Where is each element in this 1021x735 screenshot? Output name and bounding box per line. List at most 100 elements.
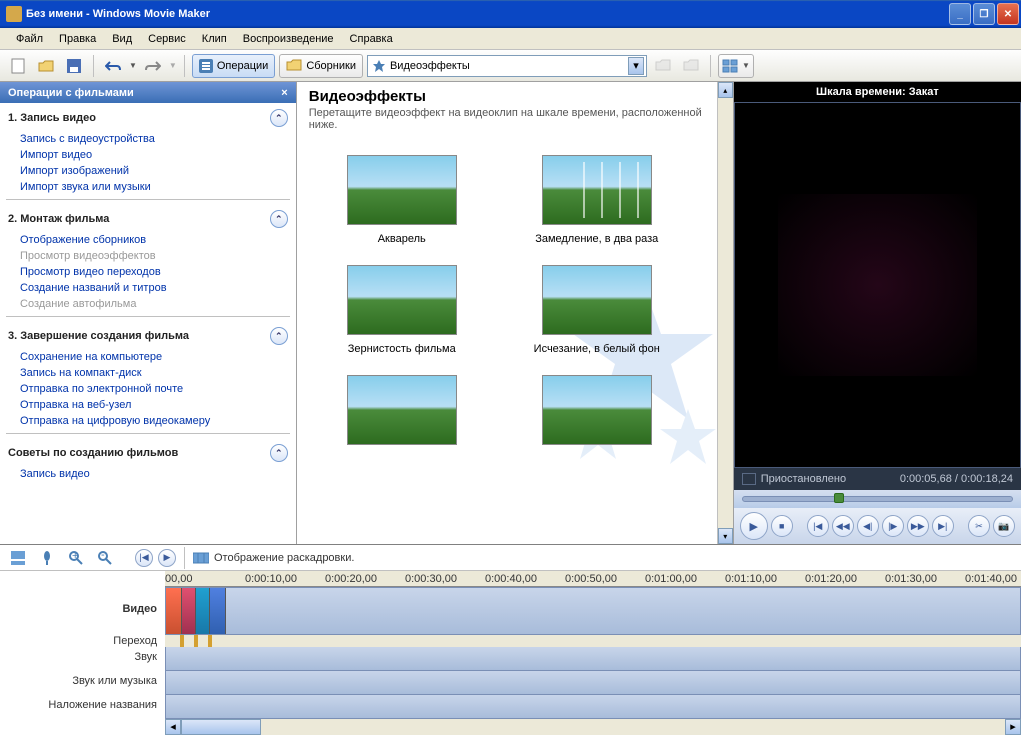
chevron-down-icon[interactable]: ▾: [628, 57, 644, 75]
chevron-up-icon[interactable]: ⌃: [270, 109, 288, 127]
open-button[interactable]: [34, 54, 58, 78]
view-button[interactable]: ▼: [718, 54, 754, 78]
menu-edit[interactable]: Правка: [51, 30, 104, 48]
task-link[interactable]: Отправка по электронной почте: [0, 381, 296, 397]
task-link[interactable]: Сохранение на компьютере: [0, 349, 296, 365]
effect-thumbnail: [542, 375, 652, 445]
maximize-button[interactable]: ❐: [973, 3, 995, 25]
task-section-header[interactable]: Советы по созданию фильмов⌃: [0, 438, 296, 466]
task-link[interactable]: Создание названий и титров: [0, 280, 296, 296]
forward-button[interactable]: ▶▶: [907, 515, 929, 537]
timeline-play-button[interactable]: ▶: [158, 549, 176, 567]
step-fwd-button[interactable]: |▶: [882, 515, 904, 537]
effect-label: Замедление, в два раза: [507, 233, 687, 245]
clip-2[interactable]: [182, 588, 196, 634]
view-icon: [722, 59, 738, 73]
zoom-out-button[interactable]: -: [93, 546, 117, 570]
task-link[interactable]: Отправка на цифровую видеокамеру: [0, 413, 296, 429]
track-video-label: Видео: [0, 587, 165, 635]
undo-dropdown[interactable]: ▼: [129, 61, 137, 70]
toolbar: ▼ ▼ Операции Сборники Видеоэффекты ▾ ▼: [0, 50, 1021, 82]
rewind-button[interactable]: ◀◀: [832, 515, 854, 537]
chevron-up-icon[interactable]: ⌃: [270, 210, 288, 228]
collections-button[interactable]: Сборники: [279, 54, 363, 78]
music-track[interactable]: [165, 671, 1021, 695]
stop-button[interactable]: ■: [771, 515, 793, 537]
ruler-tick: 0:00:30,00: [405, 573, 457, 585]
scroll-down-button[interactable]: ▾: [718, 528, 733, 544]
seek-handle[interactable]: [834, 493, 844, 503]
collections-label: Сборники: [306, 60, 356, 72]
up-button[interactable]: [651, 54, 675, 78]
video-track[interactable]: [165, 587, 1021, 635]
task-link[interactable]: Просмотр видео переходов: [0, 264, 296, 280]
play-button[interactable]: ▶: [740, 512, 768, 540]
close-button[interactable]: ✕: [997, 3, 1019, 25]
timeline-rewind-button[interactable]: |◀: [135, 549, 153, 567]
save-button[interactable]: [62, 54, 86, 78]
menu-help[interactable]: Справка: [342, 30, 401, 48]
menu-playback[interactable]: Воспроизведение: [235, 30, 342, 48]
menu-view[interactable]: Вид: [104, 30, 140, 48]
task-link[interactable]: Импорт звука или музыки: [0, 179, 296, 195]
task-link[interactable]: Импорт изображений: [0, 163, 296, 179]
task-link[interactable]: Запись видео: [0, 466, 296, 482]
scroll-up-button[interactable]: ▴: [718, 82, 733, 98]
task-link[interactable]: Импорт видео: [0, 147, 296, 163]
audio-track[interactable]: [165, 647, 1021, 671]
transition-track[interactable]: [165, 635, 1021, 647]
timeline-view-button[interactable]: [6, 546, 30, 570]
location-combo[interactable]: Видеоэффекты ▾: [367, 55, 647, 77]
effect-item[interactable]: Акварель: [327, 155, 477, 245]
effect-thumbnail: [347, 265, 457, 335]
effect-item[interactable]: [507, 375, 687, 453]
task-link[interactable]: Отображение сборников: [0, 232, 296, 248]
clip-4[interactable]: [210, 588, 226, 634]
undo-button[interactable]: [101, 54, 125, 78]
redo-button[interactable]: [141, 54, 165, 78]
step-back-button[interactable]: ◀|: [857, 515, 879, 537]
menu-tools[interactable]: Сервис: [140, 30, 194, 48]
track-transition-label: Переход: [0, 635, 165, 647]
redo-dropdown[interactable]: ▼: [169, 61, 177, 70]
app-icon: [6, 6, 22, 22]
nav-button[interactable]: [679, 54, 703, 78]
menu-file[interactable]: Файл: [8, 30, 51, 48]
timeline-scrollbar[interactable]: ◂ ▸: [165, 719, 1021, 735]
content-scrollbar[interactable]: ▴ ▾: [717, 82, 733, 544]
task-link[interactable]: Запись с видеоустройства: [0, 131, 296, 147]
narrate-button[interactable]: [35, 546, 59, 570]
task-link[interactable]: Запись на компакт-диск: [0, 365, 296, 381]
menu-clip[interactable]: Клип: [194, 30, 235, 48]
new-project-button[interactable]: [6, 54, 30, 78]
timeline-ruler[interactable]: 00,000:00:10,000:00:20,000:00:30,000:00:…: [165, 571, 1021, 587]
snapshot-button[interactable]: 📷: [993, 515, 1015, 537]
effect-thumbnail: [347, 375, 457, 445]
seek-bar[interactable]: [734, 490, 1021, 508]
prev-button[interactable]: |◀: [807, 515, 829, 537]
effect-item[interactable]: Замедление, в два раза: [507, 155, 687, 245]
clip-3[interactable]: [196, 588, 210, 634]
tasks-button[interactable]: Операции: [192, 54, 275, 78]
effect-item[interactable]: Исчезание, в белый фон: [507, 265, 687, 355]
effect-item[interactable]: [327, 375, 477, 453]
minimize-button[interactable]: _: [949, 3, 971, 25]
effect-item[interactable]: Зернистость фильма: [327, 265, 477, 355]
clip-1[interactable]: [166, 588, 182, 634]
close-panel-button[interactable]: ×: [281, 87, 287, 99]
storyboard-toggle[interactable]: Отображение раскадровки.: [214, 552, 354, 564]
ruler-tick: 0:00:50,00: [565, 573, 617, 585]
timeline-tracks[interactable]: 00,000:00:10,000:00:20,000:00:30,000:00:…: [165, 571, 1021, 735]
task-section-header[interactable]: 3. Завершение создания фильма⌃: [0, 321, 296, 349]
preview-monitor[interactable]: [735, 103, 1020, 467]
tasks-panel: Операции с фильмами × 1. Запись видео⌃За…: [0, 82, 296, 544]
next-button[interactable]: ▶|: [932, 515, 954, 537]
chevron-up-icon[interactable]: ⌃: [270, 327, 288, 345]
task-section-header[interactable]: 2. Монтаж фильма⌃: [0, 204, 296, 232]
title-track[interactable]: [165, 695, 1021, 719]
chevron-up-icon[interactable]: ⌃: [270, 444, 288, 462]
split-button[interactable]: ✂: [968, 515, 990, 537]
zoom-in-button[interactable]: +: [64, 546, 88, 570]
task-link[interactable]: Отправка на веб-узел: [0, 397, 296, 413]
task-section-header[interactable]: 1. Запись видео⌃: [0, 103, 296, 131]
